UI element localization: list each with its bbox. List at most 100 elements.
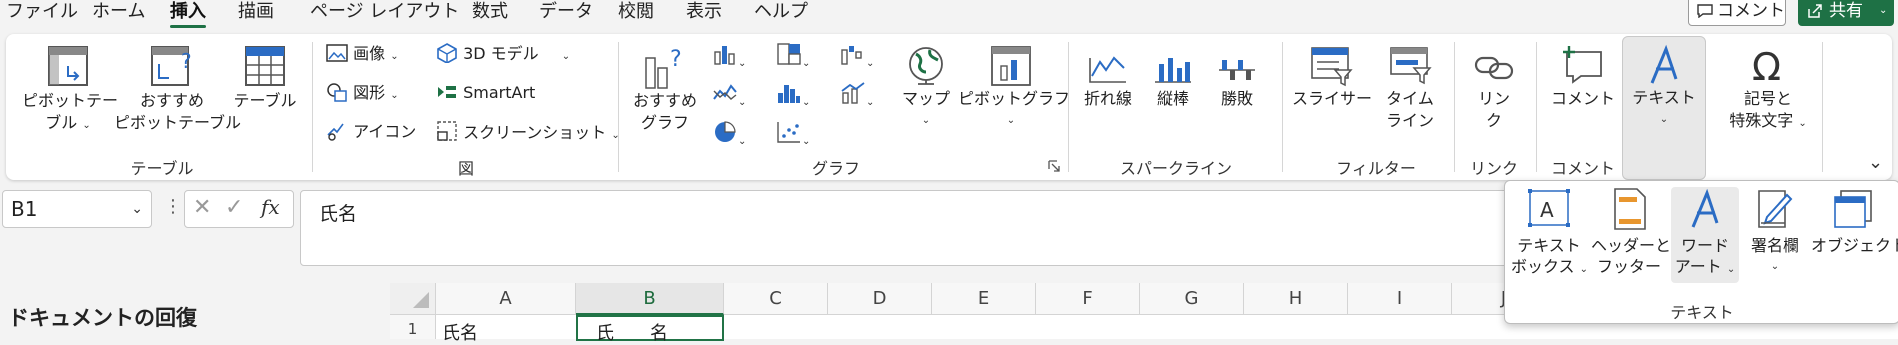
- tables-group-label: テーブル: [130, 159, 194, 178]
- pie-chart-button[interactable]: ⌄: [712, 120, 746, 154]
- wordart-button[interactable]: ワード アート ⌄: [1671, 187, 1739, 283]
- comment-icon: [1697, 4, 1713, 18]
- dialog-launcher-icon[interactable]: [1048, 160, 1060, 172]
- sparkline-column-button[interactable]: 縦棒: [1146, 44, 1200, 110]
- tab-help[interactable]: ヘルプ: [754, 0, 808, 26]
- screenshot-label: スクリーンショット: [463, 123, 607, 142]
- hierarchy-chart-button[interactable]: ⌄: [776, 42, 810, 76]
- more-options-icon[interactable]: ⋮: [164, 196, 182, 217]
- wordart-icon: [1691, 188, 1719, 228]
- column-header-a[interactable]: A: [436, 283, 576, 315]
- shapes-label: 図形: [353, 83, 386, 102]
- tab-home[interactable]: ホーム: [92, 0, 145, 26]
- line-chart-button[interactable]: ⌄: [712, 81, 746, 115]
- statistic-chart-button[interactable]: ⌄: [776, 81, 810, 115]
- combo-chart-icon: [841, 82, 865, 104]
- shapes-button[interactable]: 図形 ⌄: [326, 81, 399, 108]
- timeline-button[interactable]: タイム ライン: [1378, 44, 1442, 132]
- column-chart-button[interactable]: ⌄: [712, 42, 746, 76]
- object-icon: [1834, 190, 1872, 228]
- collapse-ribbon-icon[interactable]: ⌄: [1868, 152, 1883, 173]
- smartart-button[interactable]: SmartArt: [436, 81, 535, 105]
- column-header-b[interactable]: B: [576, 283, 724, 315]
- link-button[interactable]: リン ク: [1466, 44, 1522, 132]
- treemap-icon: [777, 43, 801, 65]
- globe-icon: [909, 47, 943, 85]
- sparkline-line-button[interactable]: 折れ線: [1080, 44, 1136, 110]
- insert-function-icon[interactable]: fx: [261, 195, 280, 219]
- sparklines-group-label: スパークライン: [1119, 159, 1232, 178]
- column-header-e[interactable]: E: [932, 283, 1036, 315]
- sparkline-column-icon: [1155, 58, 1191, 83]
- svg-text:A: A: [1540, 198, 1554, 222]
- sparkline-line-label: 折れ線: [1083, 89, 1132, 108]
- chevron-down-icon: ⌄: [1770, 261, 1780, 272]
- wordart-label-1: ワード: [1680, 236, 1729, 255]
- tab-page-layout[interactable]: ページ レイアウト: [310, 0, 459, 26]
- column-header-f[interactable]: F: [1036, 283, 1140, 315]
- document-recovery-title: ドキュメントの回復: [8, 306, 197, 330]
- recommended-charts-icon: ?: [645, 47, 682, 89]
- tab-formulas[interactable]: 数式: [472, 0, 508, 26]
- recommended-charts-button[interactable]: ? おすすめ グラフ: [628, 44, 702, 134]
- tab-draw[interactable]: 描画: [238, 0, 274, 26]
- shapes-icon: [327, 83, 347, 102]
- object-button[interactable]: オブジェクト: [1811, 187, 1898, 256]
- tab-insert[interactable]: 挿入: [170, 0, 206, 28]
- slicer-button[interactable]: スライサー: [1292, 44, 1372, 110]
- tab-review[interactable]: 校閲: [618, 0, 654, 26]
- comments-button[interactable]: コメント: [1688, 0, 1786, 26]
- svg-text:?: ?: [670, 47, 682, 72]
- signature-line-button[interactable]: 署名欄 ⌄: [1743, 187, 1807, 277]
- column-header-h[interactable]: H: [1244, 283, 1348, 315]
- icons-button[interactable]: アイコン: [326, 120, 416, 144]
- sparkline-winloss-button[interactable]: 勝敗: [1210, 44, 1264, 110]
- maps-button[interactable]: マップ ⌄: [898, 44, 954, 132]
- 3d-models-label: 3D モデル: [463, 44, 539, 63]
- new-comment-button[interactable]: コメント: [1546, 44, 1620, 110]
- column-header-i[interactable]: I: [1348, 283, 1452, 315]
- waterfall-chart-button[interactable]: ⌄: [840, 42, 874, 76]
- textbox-label-1: テキスト: [1517, 236, 1581, 255]
- enter-icon[interactable]: ✓: [225, 195, 243, 220]
- wordart-icon: [1650, 44, 1678, 84]
- header-footer-button[interactable]: ヘッダーと フッター: [1591, 187, 1671, 277]
- ribbon: ピボットテー ブル ⌄ ? おすすめ ピボットテーブル テーブル テーブル 画像…: [6, 34, 1892, 180]
- text-button[interactable]: テキスト ⌄: [1622, 36, 1706, 180]
- chevron-down-icon[interactable]: ⌄: [131, 191, 143, 227]
- tab-view[interactable]: 表示: [686, 0, 722, 26]
- select-all-corner[interactable]: [390, 283, 436, 315]
- table-button[interactable]: テーブル: [232, 44, 298, 112]
- cancel-icon[interactable]: ✕: [193, 195, 211, 220]
- column-header-d[interactable]: D: [828, 283, 932, 315]
- symbols-label-1: 記号と: [1743, 89, 1792, 108]
- pie-chart-icon: [715, 121, 736, 142]
- name-box[interactable]: B1 ⌄: [2, 190, 152, 228]
- column-chart-icon: [714, 46, 735, 65]
- recommended-pivot-label-1: おすすめ: [139, 91, 204, 110]
- column-header-g[interactable]: G: [1140, 283, 1244, 315]
- pivot-table-button[interactable]: ピボットテー ブル ⌄: [22, 44, 118, 137]
- column-header-c[interactable]: C: [724, 283, 828, 315]
- screenshot-button[interactable]: スクリーンショット ⌄: [436, 120, 620, 148]
- textbox-button[interactable]: A テキスト ボックス ⌄: [1511, 187, 1588, 280]
- combo-chart-button[interactable]: ⌄: [840, 81, 874, 115]
- pivot-chart-button[interactable]: ピボットグラフ ⌄: [958, 44, 1070, 132]
- share-button[interactable]: 共有 ⌄: [1798, 0, 1894, 26]
- row-header-1[interactable]: 1: [390, 315, 436, 339]
- comments-group-label: コメント: [1550, 159, 1615, 178]
- smartart-label: SmartArt: [463, 83, 536, 102]
- waterfall-icon: [841, 46, 862, 65]
- 3d-models-button[interactable]: 3D モデル ⌄: [436, 42, 570, 69]
- recommended-charts-label-1: おすすめ: [632, 91, 697, 110]
- image-button[interactable]: 画像 ⌄: [326, 42, 399, 69]
- cell-a1[interactable]: 氏名: [442, 319, 478, 345]
- tab-file[interactable]: ファイル: [6, 0, 78, 26]
- symbols-button[interactable]: Ω 記号と 特殊文字 ⌄: [1716, 44, 1820, 135]
- screenshot-icon: [437, 121, 457, 141]
- scatter-chart-button[interactable]: ⌄: [776, 120, 810, 154]
- recommended-pivot-button[interactable]: ? おすすめ ピボットテーブル: [114, 44, 241, 134]
- cell-b1[interactable]: 氏 名: [576, 315, 724, 344]
- tab-data[interactable]: データ: [539, 0, 593, 26]
- textbox-icon: A: [1528, 189, 1570, 227]
